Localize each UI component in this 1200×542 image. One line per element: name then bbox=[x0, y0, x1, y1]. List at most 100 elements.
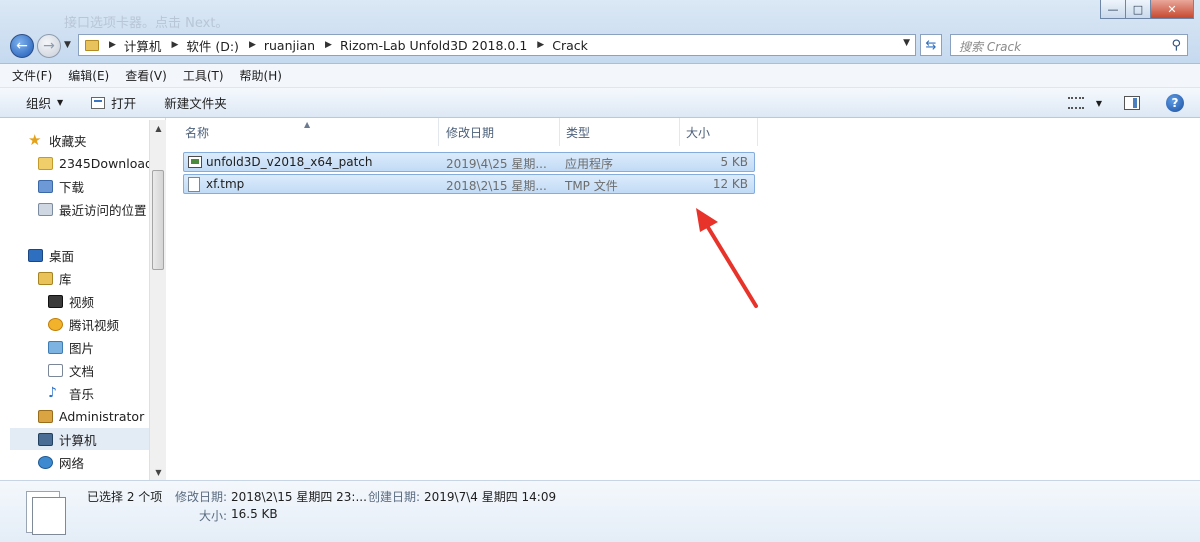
sidebar-item-libraries[interactable]: 库 bbox=[38, 267, 72, 289]
help-icon[interactable]: ? bbox=[1166, 94, 1184, 112]
recent-pages-dropdown[interactable]: ▼ bbox=[64, 40, 71, 50]
column-header-name[interactable]: 名称 bbox=[177, 118, 439, 146]
file-list: ▲ 名称 修改日期 类型 大小 unfold3D_v2018_x64_patch… bbox=[167, 118, 1200, 480]
refresh-icon: ⇆ bbox=[925, 37, 937, 53]
file-name: unfold3D_v2018_x64_patch bbox=[206, 155, 373, 169]
folder-icon bbox=[85, 39, 99, 51]
file-date: 2018\2\15 星期... bbox=[446, 179, 547, 193]
recent-places-icon bbox=[38, 202, 53, 216]
sidebar-item-label: 下载 bbox=[59, 179, 85, 195]
search-input[interactable]: 搜索 Crack ⚲ bbox=[950, 34, 1188, 56]
window-controls: — □ ✕ bbox=[1100, 0, 1194, 19]
network-icon bbox=[38, 455, 53, 469]
menu-help[interactable]: 帮助(H) bbox=[240, 67, 282, 84]
new-folder-label: 新建文件夹 bbox=[164, 96, 227, 111]
file-type: 应用程序 bbox=[565, 157, 614, 171]
new-folder-button[interactable]: 新建文件夹 bbox=[164, 93, 227, 112]
scrollbar-thumb[interactable] bbox=[152, 170, 164, 270]
sidebar-item-recent-places[interactable]: 最近访问的位置 bbox=[38, 198, 147, 220]
minimize-button[interactable]: — bbox=[1100, 0, 1126, 19]
search-icon[interactable]: ⚲ bbox=[1171, 38, 1181, 53]
menu-file[interactable]: 文件(F) bbox=[12, 67, 52, 84]
file-name: xf.tmp bbox=[206, 177, 245, 191]
background-window-text: 接口选项卡器。点击 Next。 bbox=[64, 16, 229, 31]
sidebar-item-label: 桌面 bbox=[49, 248, 75, 264]
file-date: 2019\4\25 星期... bbox=[446, 157, 547, 171]
sidebar-item-pictures[interactable]: 图片 bbox=[48, 336, 94, 358]
navigation-pane: ★ 收藏夹 2345Downloads 下载 最近访问的位置 桌面 库 视频 腾… bbox=[0, 118, 166, 480]
organize-label: 组织 bbox=[26, 96, 52, 111]
address-bar[interactable]: ▶ 计算机 ▶ 软件 (D:) ▶ ruanjian ▶ Rizom-Lab U… bbox=[78, 34, 916, 56]
breadcrumb-separator-icon[interactable]: ▶ bbox=[325, 40, 332, 50]
menu-view[interactable]: 查看(V) bbox=[125, 67, 167, 84]
annotation-arrow-icon bbox=[696, 208, 758, 308]
file-row[interactable]: unfold3D_v2018_x64_patch 2019\4\25 星期...… bbox=[183, 152, 755, 172]
sidebar-item-desktop[interactable]: 桌面 bbox=[28, 244, 74, 266]
sidebar-item-music[interactable]: ♪ 音乐 bbox=[48, 382, 94, 404]
chevron-down-icon: ▼ bbox=[57, 98, 64, 107]
sidebar-item-computer[interactable]: 计算机 bbox=[10, 428, 158, 450]
forward-arrow-icon: → bbox=[43, 38, 55, 54]
back-button[interactable]: ← bbox=[10, 34, 34, 58]
breadcrumb-separator-icon[interactable]: ▶ bbox=[109, 40, 116, 50]
column-header-label: 名称 bbox=[185, 125, 210, 140]
column-header-label: 修改日期 bbox=[446, 125, 495, 140]
created-date-value: 2019\7\4 星期四 14:09 bbox=[424, 490, 557, 504]
file-size: 12 KB bbox=[712, 177, 748, 191]
breadcrumb-drive-d[interactable]: 软件 (D:) bbox=[186, 36, 239, 55]
sidebar-item-label: 2345Downloads bbox=[59, 155, 160, 171]
star-icon: ★ bbox=[28, 130, 42, 149]
breadcrumb-ruanjian[interactable]: ruanjian bbox=[264, 38, 315, 53]
preview-pane-icon[interactable] bbox=[1124, 96, 1140, 110]
sidebar-item-label: 图片 bbox=[69, 340, 95, 356]
sidebar-scrollbar[interactable]: ▲ ▼ bbox=[149, 120, 166, 480]
address-dropdown-icon[interactable]: ▼ bbox=[903, 38, 910, 48]
user-folder-icon bbox=[38, 409, 53, 423]
modified-date-label: 修改日期: bbox=[175, 490, 228, 504]
sidebar-item-network[interactable]: 网络 bbox=[38, 451, 84, 473]
breadcrumb-crack[interactable]: Crack bbox=[552, 38, 588, 53]
forward-button[interactable]: → bbox=[37, 34, 61, 58]
sidebar-item-2345downloads[interactable]: 2345Downloads bbox=[38, 152, 159, 174]
change-view-icon[interactable] bbox=[1067, 97, 1084, 109]
title-bar: 接口选项卡器。点击 Next。 — □ ✕ ← → ▼ ▶ 计算机 ▶ 软件 (… bbox=[0, 0, 1200, 64]
breadcrumb-separator-icon[interactable]: ▶ bbox=[537, 40, 544, 50]
organize-button[interactable]: 组织 ▼ bbox=[26, 93, 63, 112]
view-options-chevron-icon[interactable]: ▼ bbox=[1096, 99, 1102, 108]
breadcrumb-rizom-lab[interactable]: Rizom-Lab Unfold3D 2018.0.1 bbox=[340, 38, 527, 53]
refresh-button[interactable]: ⇆ bbox=[920, 34, 942, 56]
breadcrumb-computer[interactable]: 计算机 bbox=[124, 36, 162, 55]
breadcrumb-separator-icon[interactable]: ▶ bbox=[249, 40, 256, 50]
menu-edit[interactable]: 编辑(E) bbox=[68, 67, 109, 84]
back-arrow-icon: ← bbox=[16, 38, 28, 54]
search-placeholder: 搜索 Crack bbox=[959, 40, 1022, 54]
breadcrumb-separator-icon[interactable]: ▶ bbox=[171, 40, 178, 50]
sidebar-item-administrator[interactable]: Administrator bbox=[38, 405, 144, 427]
sidebar-item-favorites[interactable]: ★ 收藏夹 bbox=[28, 129, 87, 151]
desktop-icon bbox=[28, 248, 43, 262]
breadcrumb: ▶ 计算机 ▶ 软件 (D:) ▶ ruanjian ▶ Rizom-Lab U… bbox=[105, 36, 588, 55]
sidebar-item-label: 收藏夹 bbox=[49, 133, 87, 149]
open-button[interactable]: 打开 bbox=[91, 93, 136, 112]
column-header-type[interactable]: 类型 bbox=[558, 118, 680, 146]
tmp-file-icon bbox=[188, 177, 200, 192]
column-header-label: 大小 bbox=[686, 125, 711, 140]
size-label: 大小: bbox=[199, 509, 228, 523]
open-icon bbox=[91, 96, 106, 109]
sidebar-item-downloads[interactable]: 下载 bbox=[38, 175, 84, 197]
close-button[interactable]: ✕ bbox=[1150, 0, 1194, 19]
column-header-size[interactable]: 大小 bbox=[678, 118, 758, 146]
sidebar-item-label: 网络 bbox=[59, 455, 85, 471]
sidebar-item-videos[interactable]: 视频 bbox=[48, 290, 94, 312]
download-icon bbox=[38, 179, 53, 193]
maximize-button[interactable]: □ bbox=[1125, 0, 1151, 19]
menu-tools[interactable]: 工具(T) bbox=[183, 67, 224, 84]
folder-icon bbox=[38, 156, 53, 170]
sidebar-item-documents[interactable]: 文档 bbox=[48, 359, 94, 381]
modified-date-value: 2018\2\15 星期四 23:... bbox=[231, 490, 367, 504]
scroll-down-icon[interactable]: ▼ bbox=[150, 464, 167, 480]
file-row[interactable]: xf.tmp 2018\2\15 星期... TMP 文件 12 KB bbox=[183, 174, 755, 194]
sidebar-item-tencent-video[interactable]: 腾讯视频 bbox=[48, 313, 119, 335]
column-header-date[interactable]: 修改日期 bbox=[438, 118, 560, 146]
scroll-up-icon[interactable]: ▲ bbox=[150, 120, 167, 136]
